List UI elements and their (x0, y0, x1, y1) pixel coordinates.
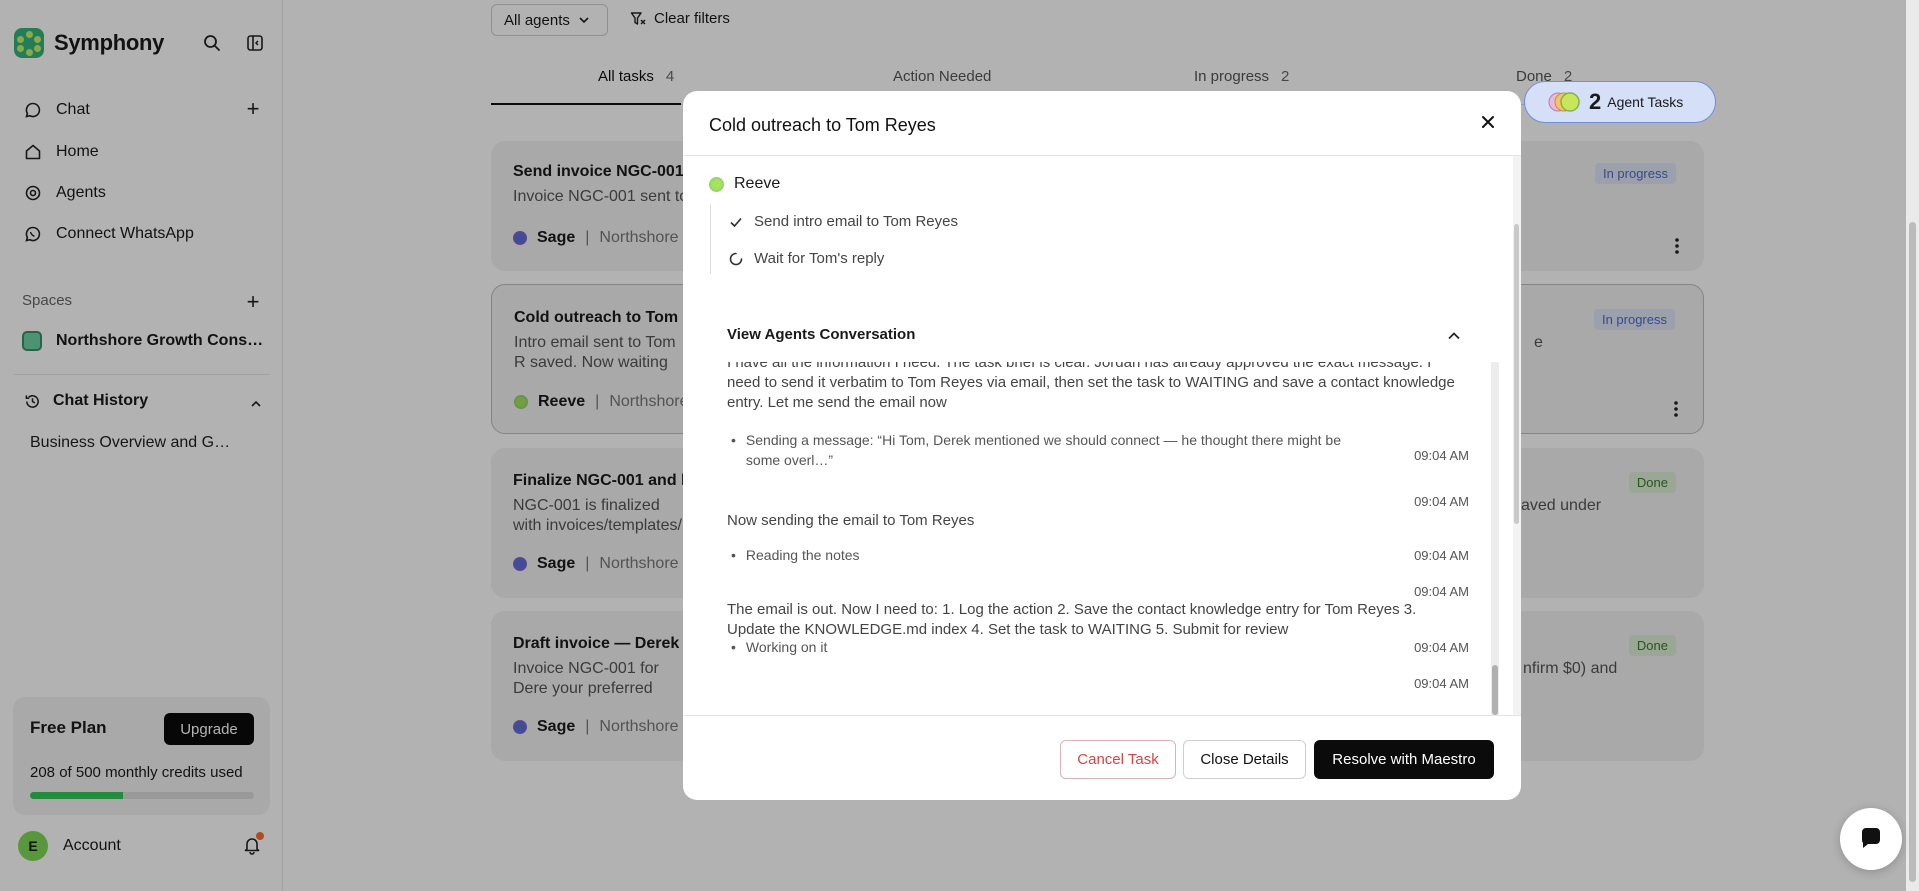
agent-message: I have all the information I need. The t… (727, 362, 1455, 411)
chat-bubble-icon (1861, 828, 1880, 848)
resolve-with-maestro-button[interactable]: Resolve with Maestro (1314, 740, 1494, 779)
agent-avatar (709, 176, 724, 192)
agent-tasks-count: 2 (1589, 89, 1602, 114)
action-text: Working on it (745, 639, 828, 655)
timestamp: 09:04 AM (1414, 494, 1469, 509)
agent-tasks-pill[interactable]: 2 Agent Tasks (1524, 81, 1716, 123)
modal-header-divider (683, 155, 1521, 156)
task-step: Send intro email to Tom Reyes (728, 213, 958, 230)
page-scrollbar-thumb[interactable] (1909, 222, 1916, 882)
agent-stack-icon (1548, 92, 1580, 112)
task-details-modal: Cold outreach to Tom Reyes Reeve Send in… (683, 91, 1521, 800)
chevron-up-icon[interactable] (1447, 329, 1461, 343)
modal-footer-divider (683, 715, 1521, 716)
agent-name: Reeve (734, 175, 781, 192)
close-icon[interactable] (1479, 113, 1497, 131)
steps-connector (710, 204, 711, 274)
modal-scrollbar-thumb[interactable] (1514, 224, 1519, 524)
timestamp: 09:04 AM (1414, 448, 1469, 463)
step-label: Send intro email to Tom Reyes (754, 213, 958, 230)
timestamp: 09:04 AM (1414, 640, 1469, 655)
loading-spinner-icon (729, 252, 743, 265)
action-text: Sending a message: “Hi Tom, Derek mentio… (745, 432, 1341, 468)
conversation-toggle[interactable]: View Agents Conversation (727, 326, 915, 343)
modal-agent: Reeve (709, 175, 780, 193)
task-step: Wait for Tom's reply (728, 250, 884, 267)
agent-action: • Reading the notes (731, 547, 860, 563)
agent-action: • Working on it (731, 639, 828, 655)
agent-tasks-label: Agent Tasks (1607, 94, 1684, 110)
chat-fab-button[interactable] (1840, 808, 1902, 870)
agent-message: The email is out. Now I need to: 1. Log … (727, 601, 1417, 638)
agent-action: • Sending a message: “Hi Tom, Derek ment… (731, 430, 1371, 470)
agent-message: Now sending the email to Tom Reyes (727, 512, 975, 529)
close-details-button[interactable]: Close Details (1183, 740, 1306, 779)
step-label: Wait for Tom's reply (754, 250, 885, 267)
modal-title: Cold outreach to Tom Reyes (709, 115, 936, 135)
conversation-scrollbar-thumb[interactable] (1492, 665, 1498, 715)
checkmark-icon (730, 217, 742, 227)
conversation-log[interactable]: I have all the information I need. The t… (727, 362, 1479, 715)
conversation-scrollbar[interactable] (1491, 362, 1499, 715)
timestamp: 09:04 AM (1414, 548, 1469, 563)
timestamp: 09:04 AM (1414, 676, 1469, 691)
action-text: Reading the notes (745, 547, 860, 563)
timestamp: 09:04 AM (1414, 584, 1469, 599)
cancel-task-button[interactable]: Cancel Task (1060, 740, 1176, 779)
